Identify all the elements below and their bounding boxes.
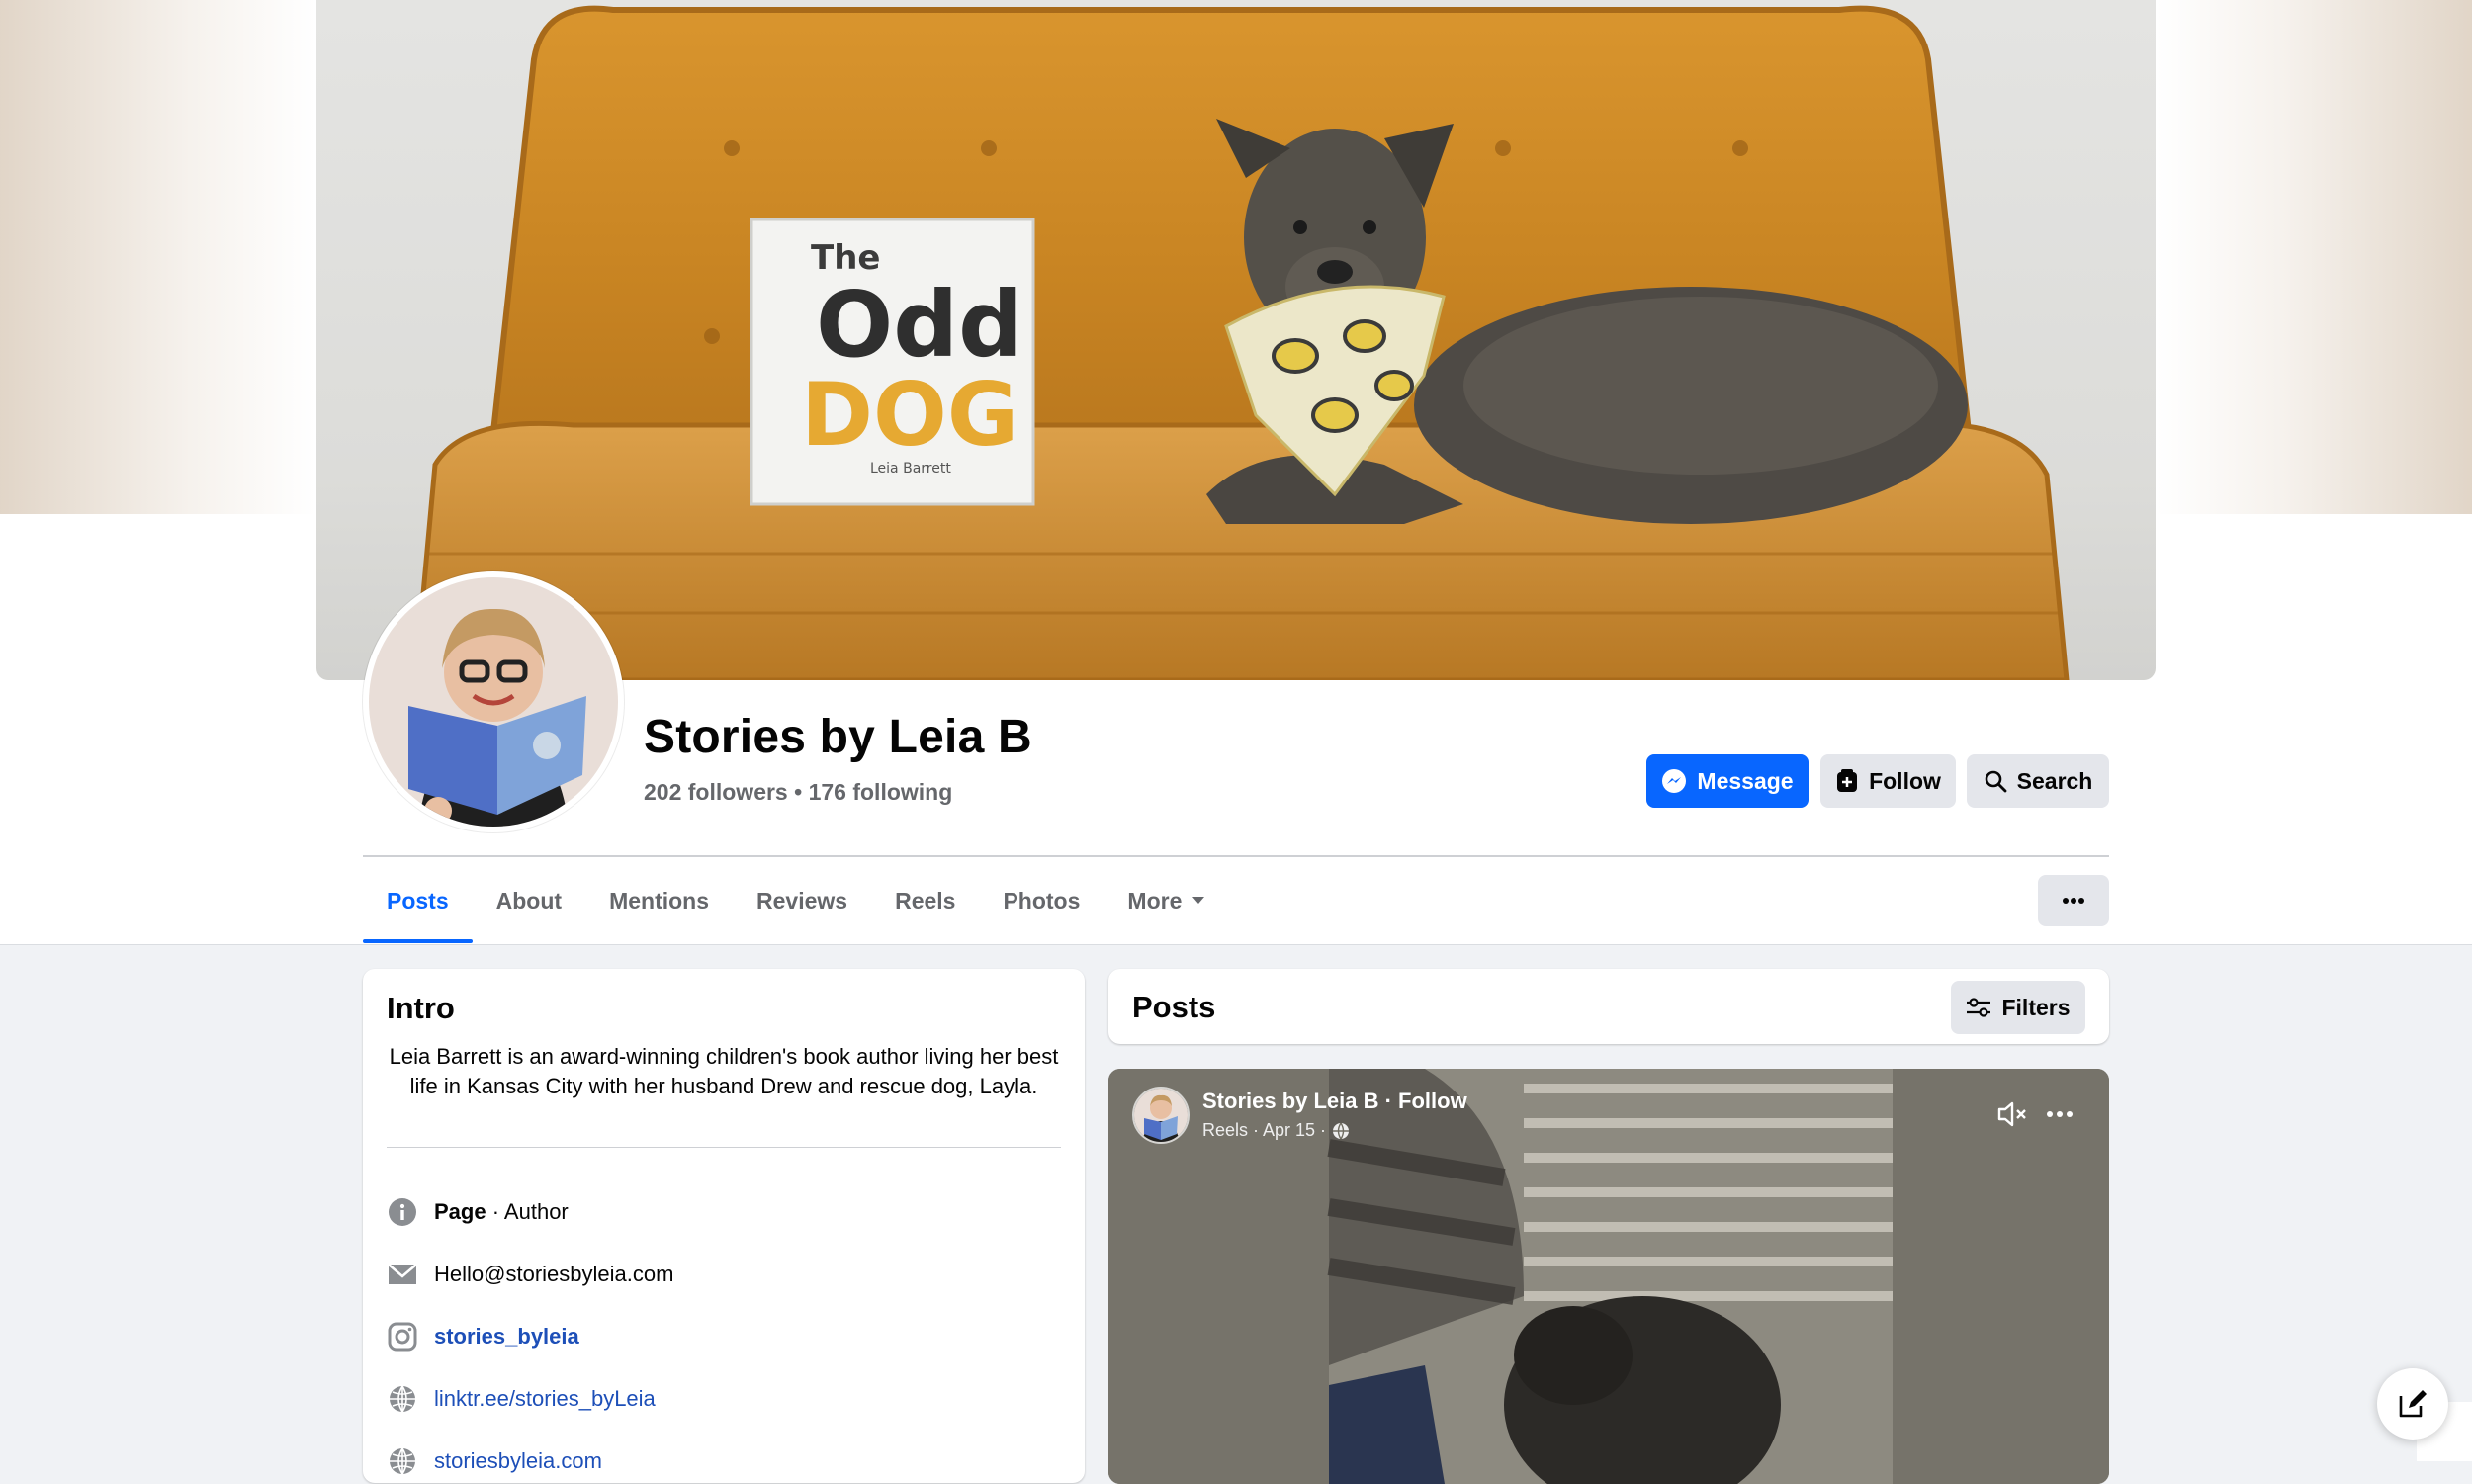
- search-icon: [1985, 770, 2007, 793]
- reel-author-line[interactable]: Stories by Leia B · Follow: [1202, 1089, 1467, 1114]
- follow-button-label: Follow: [1869, 767, 1941, 794]
- tab-reviews[interactable]: Reviews: [733, 858, 871, 943]
- email-text: Hello@storiesbyleia.com: [434, 1262, 674, 1286]
- count-separator: •: [794, 779, 803, 805]
- filters-button[interactable]: Filters: [1951, 981, 2085, 1034]
- website-row-2[interactable]: storiesbyleia.com: [387, 1445, 602, 1477]
- instagram-row[interactable]: stories_byleia: [387, 1321, 579, 1353]
- message-button-label: Message: [1697, 767, 1794, 794]
- intro-title: Intro: [387, 991, 455, 1025]
- reel-author-avatar[interactable]: [1132, 1087, 1190, 1144]
- cover-blur-left: [0, 0, 316, 514]
- tab-label: Reviews: [756, 887, 848, 914]
- info-icon: [387, 1196, 418, 1228]
- cover-blur-right: [2156, 0, 2472, 514]
- filters-button-label: Filters: [2001, 994, 2071, 1020]
- intro-bio: Leia Barrett is an award-winning childre…: [389, 1044, 1059, 1098]
- category-row: Page · Author: [387, 1196, 569, 1228]
- tab-mentions[interactable]: Mentions: [585, 858, 733, 943]
- cover-illustration: The Odd DOG Leia Barrett: [412, 5, 2070, 680]
- intro-card: Intro Leia Barrett is an award-winning c…: [363, 969, 1085, 1483]
- follow-counts: 202 followers • 176 following: [644, 779, 952, 806]
- messenger-icon: [1662, 769, 1687, 793]
- more-options-button[interactable]: [2038, 875, 2109, 926]
- tab-about[interactable]: About: [473, 858, 585, 943]
- page-title: Stories by Leia B: [644, 711, 1032, 763]
- intro-divider: [387, 1147, 1061, 1148]
- reel-meta: Reels · Apr 15 ·: [1202, 1120, 1350, 1141]
- posts-header-card: Posts Filters: [1108, 969, 2109, 1044]
- search-button[interactable]: Search: [1967, 754, 2109, 808]
- tab-label: Photos: [1003, 887, 1081, 914]
- globe-icon: [387, 1383, 418, 1415]
- tab-photos[interactable]: Photos: [979, 858, 1104, 943]
- ellipsis-icon: [2063, 898, 2084, 904]
- profile-tabs: Posts About Mentions Reviews Reels Photo…: [363, 858, 1229, 943]
- instagram-link[interactable]: stories_byleia: [434, 1324, 579, 1350]
- search-button-label: Search: [2016, 767, 2093, 794]
- tab-label: Posts: [387, 887, 449, 914]
- caret-down-icon: [1192, 897, 1205, 904]
- tab-label: About: [495, 887, 563, 914]
- following-count[interactable]: 176 following: [809, 779, 953, 805]
- new-message-button[interactable]: [2377, 1368, 2448, 1440]
- globe-icon: [387, 1445, 418, 1477]
- reel-post[interactable]: Stories by Leia B · Follow Reels · Apr 1…: [1108, 1069, 2109, 1484]
- followers-count[interactable]: 202 followers: [644, 779, 788, 805]
- follow-icon: [1837, 769, 1858, 792]
- message-button[interactable]: Message: [1646, 754, 1809, 808]
- book-author: Leia Barrett: [870, 461, 951, 477]
- tab-label: Mentions: [609, 887, 710, 914]
- ellipsis-icon: [2047, 1111, 2073, 1117]
- posts-title: Posts: [1132, 990, 1216, 1024]
- website-link[interactable]: linktr.ee/stories_byLeia: [434, 1386, 656, 1412]
- header-divider: [363, 855, 2109, 857]
- tab-reels[interactable]: Reels: [871, 858, 979, 943]
- mute-button[interactable]: [1994, 1096, 2030, 1132]
- reel-meta-text: Reels · Apr 15 ·: [1202, 1120, 1327, 1140]
- tab-label: Reels: [895, 887, 956, 914]
- reel-more-button[interactable]: [2042, 1096, 2077, 1132]
- envelope-icon: [387, 1259, 418, 1290]
- book-title-bottom: DOG: [801, 364, 1018, 466]
- category-value: · Author: [486, 1199, 569, 1224]
- email-row[interactable]: Hello@storiesbyleia.com: [387, 1259, 673, 1290]
- filter-sliders-icon: [1967, 998, 1991, 1017]
- tab-more[interactable]: More: [1104, 858, 1229, 943]
- compose-icon: [2399, 1390, 2427, 1418]
- profile-picture[interactable]: [363, 571, 624, 832]
- header-bottom-border: [0, 944, 2472, 945]
- tab-posts[interactable]: Posts: [363, 858, 473, 943]
- globe-icon: [1333, 1122, 1350, 1139]
- website-row-1[interactable]: linktr.ee/stories_byLeia: [387, 1383, 656, 1415]
- instagram-icon: [387, 1321, 418, 1353]
- follow-button[interactable]: Follow: [1820, 754, 1956, 808]
- website-link[interactable]: storiesbyleia.com: [434, 1448, 602, 1474]
- tab-label: More: [1127, 887, 1183, 914]
- speaker-muted-icon: [1997, 1101, 2026, 1127]
- category-label: Page: [434, 1199, 486, 1224]
- cover-photo[interactable]: The Odd DOG Leia Barrett: [316, 0, 2156, 680]
- book-title-main: Odd: [816, 272, 1023, 378]
